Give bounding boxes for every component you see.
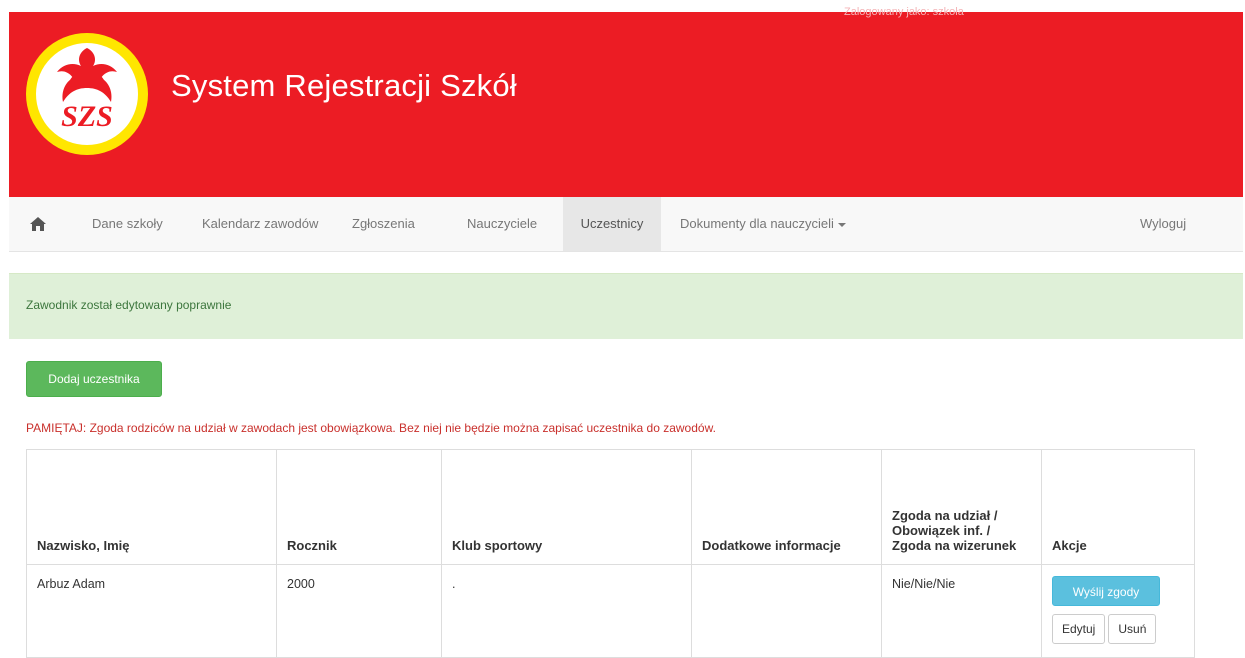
nav-logout[interactable]: Wyloguj bbox=[1129, 197, 1197, 251]
site-header: Zalogowany jako: szkoła SZS System Rejes… bbox=[9, 6, 1243, 197]
caret-down-icon bbox=[837, 222, 846, 227]
cell-consents: Nie/Nie/Nie bbox=[881, 564, 1042, 658]
nav-nauczyciele[interactable]: Nauczyciele bbox=[456, 197, 548, 251]
alert-message: Zawodnik został edytowany poprawnie bbox=[26, 298, 232, 312]
col-header-name: Nazwisko, Imię bbox=[26, 449, 277, 565]
nav-uczestnicy[interactable]: Uczestnicy bbox=[563, 197, 661, 251]
page: Zalogowany jako: szkoła SZS System Rejes… bbox=[0, 0, 1245, 658]
nav-dokumenty-dropdown[interactable]: Dokumenty dla nauczycieli bbox=[669, 197, 857, 251]
cell-info bbox=[691, 564, 882, 658]
participants-table-wrap: Nazwisko, Imię Rocznik Klub sportowy Dod… bbox=[26, 449, 1195, 658]
col-header-actions: Akcje bbox=[1041, 449, 1195, 565]
participants-table: Nazwisko, Imię Rocznik Klub sportowy Dod… bbox=[26, 449, 1195, 658]
col-header-consents: Zgoda na udział / Obowiązek inf. / Zgoda… bbox=[881, 449, 1042, 565]
home-icon[interactable] bbox=[29, 215, 47, 233]
cell-name: Arbuz Adam bbox=[26, 564, 277, 658]
szs-logo[interactable]: SZS bbox=[25, 32, 150, 157]
col-header-club: Klub sportowy bbox=[441, 449, 692, 565]
main-navbar: Dane szkoły Kalendarz zawodów Zgłoszenia… bbox=[9, 197, 1243, 252]
cell-year: 2000 bbox=[276, 564, 442, 658]
col-header-year: Rocznik bbox=[276, 449, 442, 565]
send-consents-button[interactable]: Wyślij zgody bbox=[1052, 576, 1160, 606]
logo-text: SZS bbox=[61, 100, 113, 133]
site-title: System Rejestracji Szkół bbox=[171, 68, 517, 103]
cell-club: . bbox=[441, 564, 692, 658]
table-header-row: Nazwisko, Imię Rocznik Klub sportowy Dod… bbox=[26, 449, 1195, 565]
table-row: Arbuz Adam 2000 . Nie/Nie/Nie Wyślij zgo… bbox=[26, 564, 1195, 658]
cell-actions: Wyślij zgody Edytuj Usuń bbox=[1041, 564, 1195, 658]
success-alert: Zawodnik został edytowany poprawnie bbox=[9, 273, 1243, 339]
logged-in-info: Zalogowany jako: szkoła bbox=[844, 6, 964, 18]
nav-dane-szkoly[interactable]: Dane szkoły bbox=[81, 197, 174, 251]
col-header-info: Dodatkowe informacje bbox=[691, 449, 882, 565]
delete-button[interactable]: Usuń bbox=[1108, 614, 1157, 644]
nav-kalendarz-zawodow[interactable]: Kalendarz zawodów bbox=[191, 197, 329, 251]
nav-zgloszenia[interactable]: Zgłoszenia bbox=[341, 197, 426, 251]
edit-button[interactable]: Edytuj bbox=[1052, 614, 1106, 644]
add-participant-button[interactable]: Dodaj uczestnika bbox=[26, 361, 162, 397]
nav-dokumenty-label: Dokumenty dla nauczycieli bbox=[680, 216, 834, 231]
consent-warning: PAMIĘTAJ: Zgoda rodziców na udział w zaw… bbox=[26, 421, 716, 435]
